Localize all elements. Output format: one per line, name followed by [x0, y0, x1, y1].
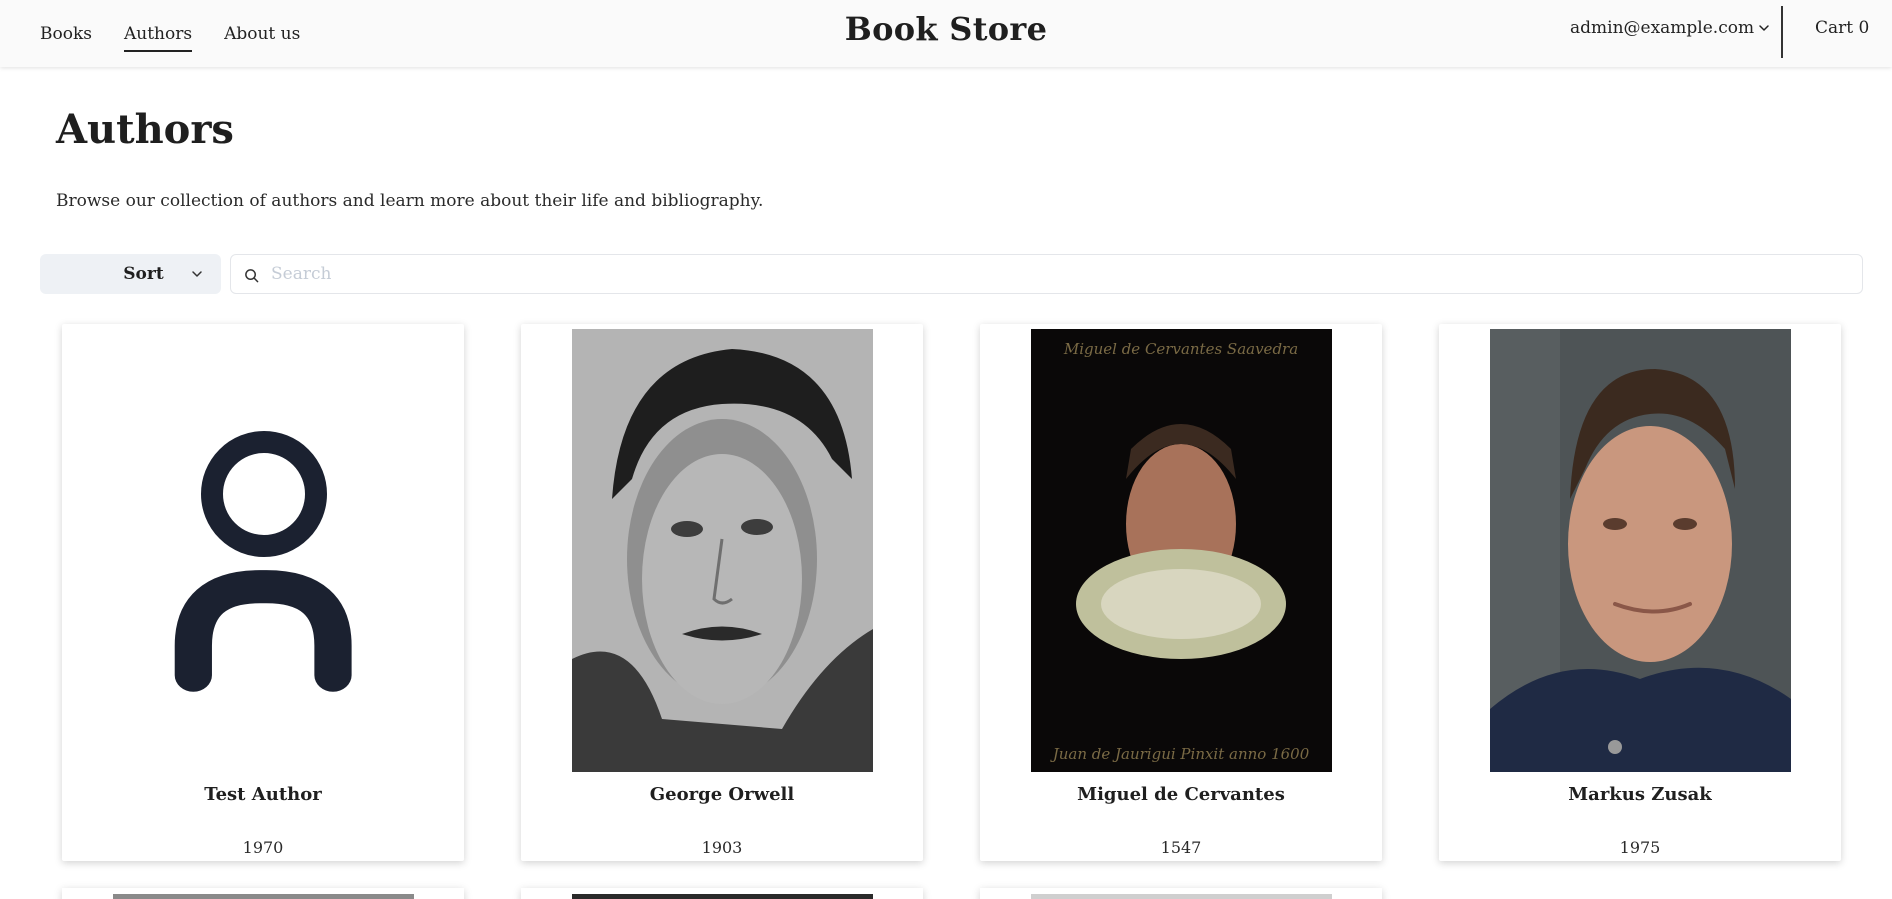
author-card-partial[interactable]	[62, 888, 464, 899]
sort-label: Sort	[123, 264, 164, 284]
author-card[interactable]: Miguel de Cervantes Saavedra Juan de Jau…	[980, 324, 1382, 861]
author-name: Miguel de Cervantes	[1077, 784, 1285, 805]
main-nav: Books Authors About us	[40, 0, 300, 67]
author-year: 1547	[1160, 838, 1202, 857]
author-card-partial[interactable]	[521, 888, 923, 899]
portrait-image: Miguel de Cervantes Saavedra Juan de Jau…	[1031, 329, 1332, 772]
sort-dropdown[interactable]: Sort	[40, 254, 221, 294]
cart-button[interactable]: Cart 0	[1815, 18, 1869, 38]
author-card-partial[interactable]	[980, 888, 1382, 899]
search-box	[230, 254, 1863, 294]
header-divider	[1781, 6, 1783, 58]
brand-text[interactable]: Book Store	[845, 10, 1048, 48]
author-name: Markus Zusak	[1568, 784, 1712, 805]
user-email: admin@example.com	[1570, 18, 1755, 38]
nav-books-link[interactable]: Books	[40, 19, 92, 49]
author-year: 1903	[701, 838, 743, 857]
author-name: Test Author	[204, 784, 322, 805]
user-icon	[174, 431, 352, 692]
nav-about-link[interactable]: About us	[224, 19, 300, 49]
author-name: George Orwell	[649, 784, 795, 805]
user-menu[interactable]: admin@example.com	[1570, 18, 1770, 38]
page-subtitle: Browse our collection of authors and lea…	[56, 191, 764, 211]
author-photo-partial	[1031, 894, 1332, 899]
svg-text:Juan de Jaurigui Pinxit anno 1: Juan de Jaurigui Pinxit anno 1600	[1050, 745, 1310, 763]
author-card[interactable]: George Orwell 1903	[521, 324, 923, 861]
author-card[interactable]: Markus Zusak 1975	[1439, 324, 1841, 861]
search-icon	[245, 269, 259, 283]
author-photo-partial	[113, 894, 414, 899]
page-title: Authors	[56, 106, 234, 153]
svg-text:Miguel de Cervantes Saavedra: Miguel de Cervantes Saavedra	[1063, 340, 1298, 358]
chevron-down-icon	[1759, 25, 1769, 31]
author-year: 1970	[242, 838, 284, 857]
portrait-image	[572, 329, 873, 772]
author-photo-placeholder	[113, 329, 414, 772]
top-navbar: Books Authors About us Book Store admin@…	[0, 0, 1892, 67]
author-photo-partial	[572, 894, 873, 899]
author-year: 1975	[1619, 838, 1661, 857]
author-photo	[1490, 329, 1791, 772]
search-input[interactable]	[271, 255, 1851, 293]
chevron-down-icon	[192, 271, 202, 277]
portrait-image	[1490, 329, 1791, 772]
nav-authors-link[interactable]: Authors	[124, 19, 193, 52]
author-photo	[572, 329, 873, 772]
author-photo: Miguel de Cervantes Saavedra Juan de Jau…	[1031, 329, 1332, 772]
author-card[interactable]: Test Author 1970	[62, 324, 464, 861]
